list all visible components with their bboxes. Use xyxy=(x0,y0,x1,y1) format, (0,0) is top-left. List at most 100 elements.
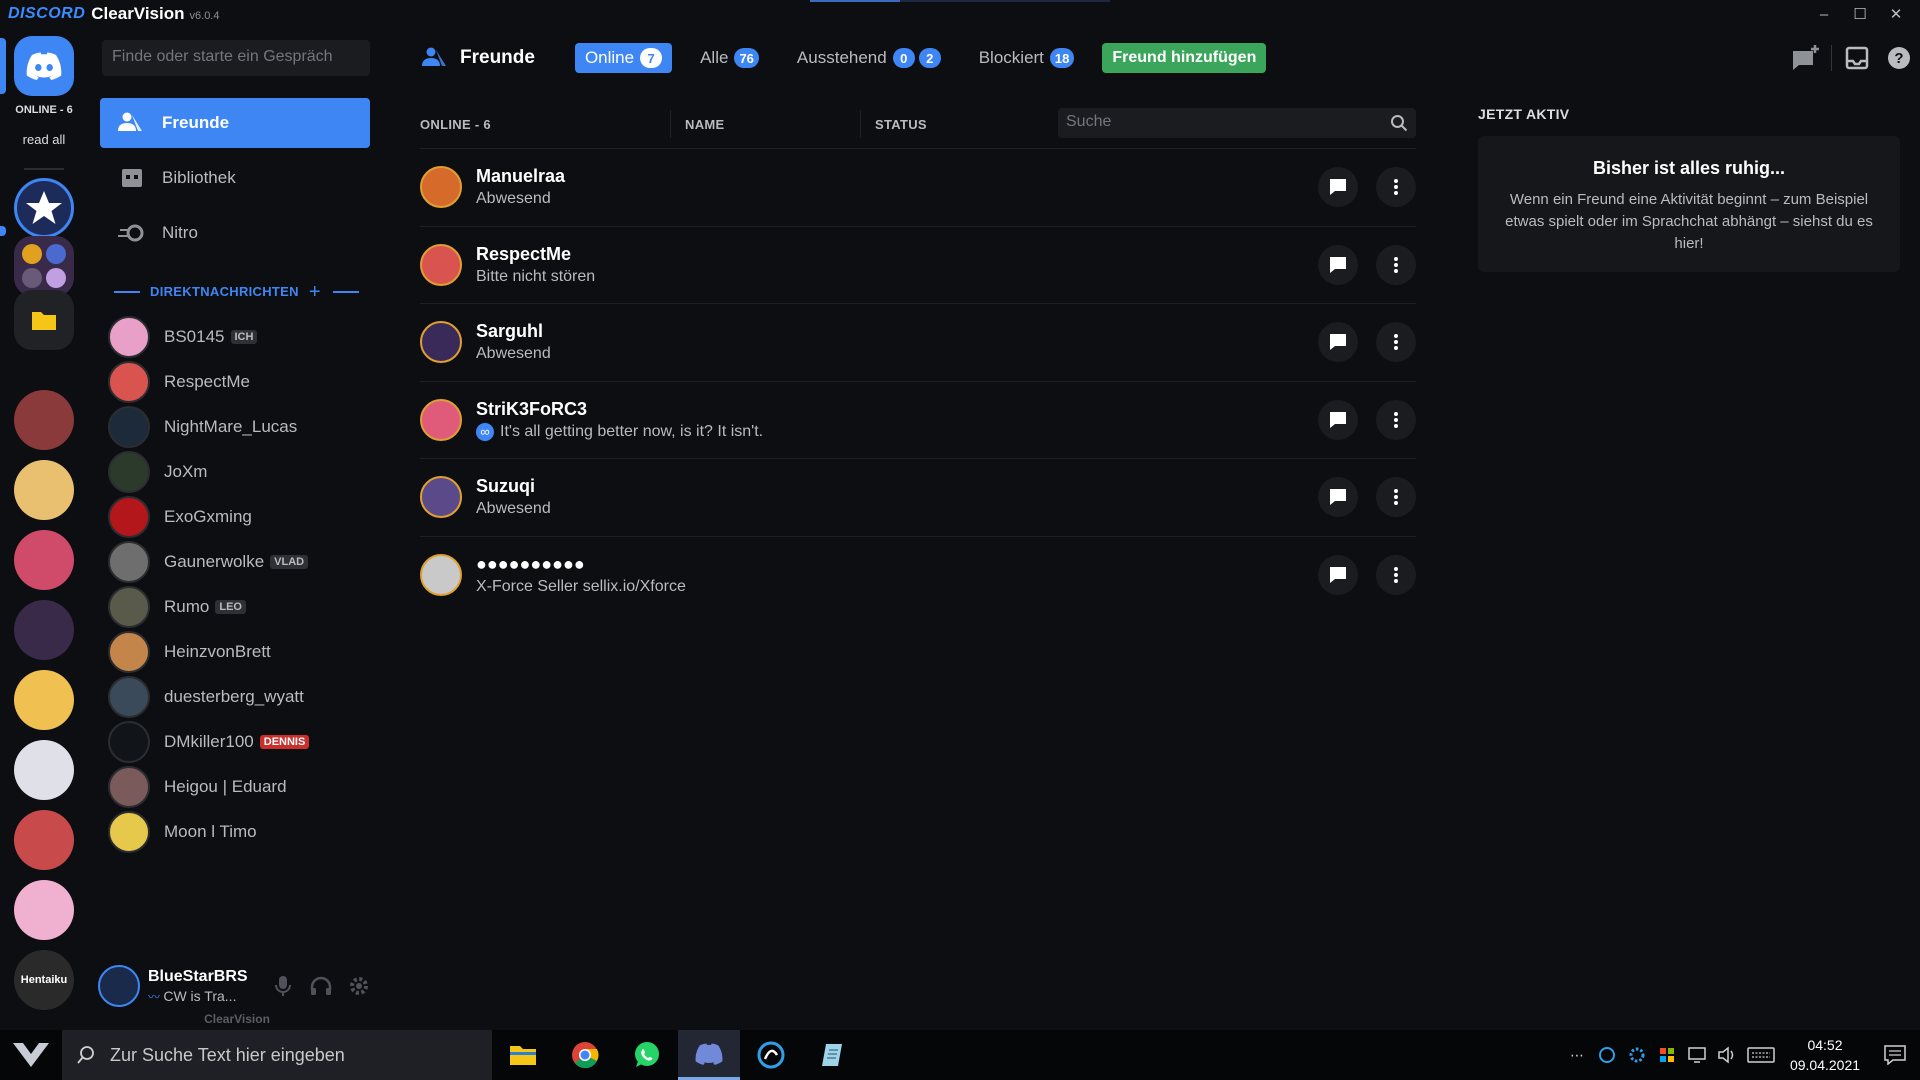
dm-item[interactable]: HeinzvonBrett xyxy=(108,627,370,677)
create-dm-button[interactable]: + xyxy=(309,282,321,302)
server-icon-2[interactable] xyxy=(14,460,74,520)
taskbar-discord[interactable] xyxy=(678,1030,740,1080)
more-options-button[interactable] xyxy=(1376,399,1416,440)
whatsapp-icon xyxy=(635,1042,659,1067)
dm-name: Moon l Timo xyxy=(164,822,257,841)
start-button[interactable] xyxy=(0,1030,62,1080)
tab-blocked[interactable]: Blockiert 18 xyxy=(969,43,1085,73)
dm-item[interactable]: RespectMe xyxy=(108,357,370,407)
app-version: v6.0.4 xyxy=(189,9,220,22)
user-settings-button[interactable] xyxy=(340,970,378,1002)
message-button[interactable] xyxy=(1318,322,1358,362)
maximize-button[interactable]: ☐ xyxy=(1842,0,1878,28)
server-icon-1[interactable] xyxy=(14,390,74,450)
tray-network-icon[interactable] xyxy=(1682,1030,1712,1080)
action-center-button[interactable] xyxy=(1870,1030,1920,1080)
read-all-button[interactable]: read all xyxy=(0,132,88,147)
home-button[interactable] xyxy=(14,36,74,96)
friend-row[interactable]: ●●●●●●●●●● X-Force Seller sellix.io/Xforc… xyxy=(420,535,1416,613)
system-tray: ⋯ 04:52 09.04.2021 xyxy=(1562,1030,1920,1080)
message-button[interactable] xyxy=(1318,554,1358,595)
taskbar-notes[interactable] xyxy=(802,1030,864,1080)
more-options-button[interactable] xyxy=(1376,477,1416,517)
nav-nitro[interactable]: Nitro xyxy=(100,208,370,258)
friend-row[interactable]: StriK3FoRC3 ∞ It's all getting better now,… xyxy=(420,380,1416,458)
tray-security-icon[interactable] xyxy=(1652,1030,1682,1080)
nav-library[interactable]: Bibliothek xyxy=(100,153,370,203)
active-now-title: Bisher ist alles ruhig... xyxy=(1592,158,1786,178)
new-group-dm-button[interactable] xyxy=(1785,38,1827,78)
dm-item[interactable]: Gaunerwolke VLAD xyxy=(108,537,370,587)
tab-pending[interactable]: Ausstehend 0 2 xyxy=(787,43,951,73)
server-icon-star[interactable] xyxy=(14,178,74,238)
tray-overflow-button[interactable]: ⋯ xyxy=(1562,1030,1592,1080)
message-button[interactable] xyxy=(1318,399,1358,440)
tray-settings-icon[interactable] xyxy=(1622,1030,1652,1080)
server-folder[interactable] xyxy=(14,290,74,350)
more-options-button[interactable] xyxy=(1376,322,1416,362)
server-icon-6[interactable] xyxy=(14,740,74,800)
taskbar-clock[interactable]: 04:52 09.04.2021 xyxy=(1780,1035,1870,1075)
taskbar-chrome[interactable] xyxy=(554,1030,616,1080)
friend-row[interactable]: RespectMe Bitte nicht stören xyxy=(420,225,1416,303)
taskbar-whatsapp[interactable] xyxy=(616,1030,678,1080)
conversation-search[interactable]: Finde oder starte ein Gespräch xyxy=(102,40,370,76)
tab-all[interactable]: Alle 76 xyxy=(690,43,769,73)
add-friend-button[interactable]: Freund hinzufügen xyxy=(1102,43,1267,73)
server-icon-7[interactable] xyxy=(14,810,74,870)
more-options-button[interactable] xyxy=(1376,244,1416,285)
deafen-button[interactable] xyxy=(302,970,340,1002)
dm-item[interactable]: ExoGxming xyxy=(108,492,370,542)
more-vertical-icon xyxy=(1394,566,1398,583)
taskbar-battlenet[interactable] xyxy=(740,1030,802,1080)
dm-item[interactable]: DMkiller100 DENNIS xyxy=(108,717,370,767)
server-icon-8[interactable] xyxy=(14,880,74,940)
column-name[interactable]: NAME xyxy=(670,110,860,138)
inbox-button[interactable] xyxy=(1836,38,1878,78)
tab-online[interactable]: Online 7 xyxy=(574,43,673,73)
server-icon-4[interactable] xyxy=(14,600,74,660)
friends-search-input[interactable]: Suche xyxy=(1058,108,1416,138)
taskbar-explorer[interactable] xyxy=(492,1030,554,1080)
server-icon-3[interactable] xyxy=(14,530,74,590)
message-button[interactable] xyxy=(1318,244,1358,285)
nav-friends[interactable]: Freunde xyxy=(100,98,370,148)
more-options-button[interactable] xyxy=(1376,554,1416,595)
taskbar-search[interactable]: Zur Suche Text hier eingeben xyxy=(62,1030,492,1080)
dm-item[interactable]: NightMare_Lucas xyxy=(108,402,370,452)
notification-icon xyxy=(1884,1045,1906,1065)
more-options-button[interactable] xyxy=(1376,167,1416,207)
dm-avatar xyxy=(108,451,150,493)
tray-keyboard-icon[interactable] xyxy=(1742,1030,1780,1080)
server-folder-group[interactable] xyxy=(14,236,74,296)
dm-item[interactable]: Heigou | Eduard xyxy=(108,762,370,812)
message-icon xyxy=(1330,334,1346,350)
dm-name: Gaunerwolke xyxy=(164,552,265,571)
dm-item[interactable]: BS0145 ICH xyxy=(108,312,370,362)
friend-status: Abwesend xyxy=(476,345,551,362)
discord-icon xyxy=(26,52,62,80)
tray-battlenet-icon[interactable] xyxy=(1592,1030,1622,1080)
close-button[interactable]: ✕ xyxy=(1878,0,1914,28)
server-icon-hentaiku[interactable]: Hentaiku xyxy=(14,950,74,1010)
friend-row[interactable]: Suzuqi Abwesend xyxy=(420,458,1416,535)
mute-button[interactable] xyxy=(264,970,302,1002)
minimize-button[interactable]: – xyxy=(1806,0,1842,28)
server-icon-5[interactable] xyxy=(14,670,74,730)
dm-item[interactable]: duesterberg_wyatt xyxy=(108,672,370,722)
user-avatar[interactable] xyxy=(98,965,140,1007)
dm-avatar xyxy=(108,496,150,538)
clock-date: 09.04.2021 xyxy=(1789,1057,1861,1073)
dm-item[interactable]: Rumo LEO xyxy=(108,582,370,632)
dm-item[interactable]: Moon l Timo xyxy=(108,807,370,857)
column-status[interactable]: STATUS xyxy=(860,110,1060,138)
help-button[interactable]: ? xyxy=(1878,38,1920,78)
friend-row[interactable]: Manuelraa Abwesend xyxy=(420,148,1416,225)
dm-item[interactable]: JoXm xyxy=(108,447,370,497)
title-bar: DISCORD ClearVision v6.0.4 – ☐ ✕ xyxy=(0,0,1920,28)
friend-row[interactable]: Sarguhl Abwesend xyxy=(420,303,1416,380)
tray-volume-icon[interactable] xyxy=(1712,1030,1742,1080)
column-online[interactable]: ONLINE - 6 xyxy=(420,110,670,138)
message-button[interactable] xyxy=(1318,167,1358,207)
message-button[interactable] xyxy=(1318,477,1358,517)
